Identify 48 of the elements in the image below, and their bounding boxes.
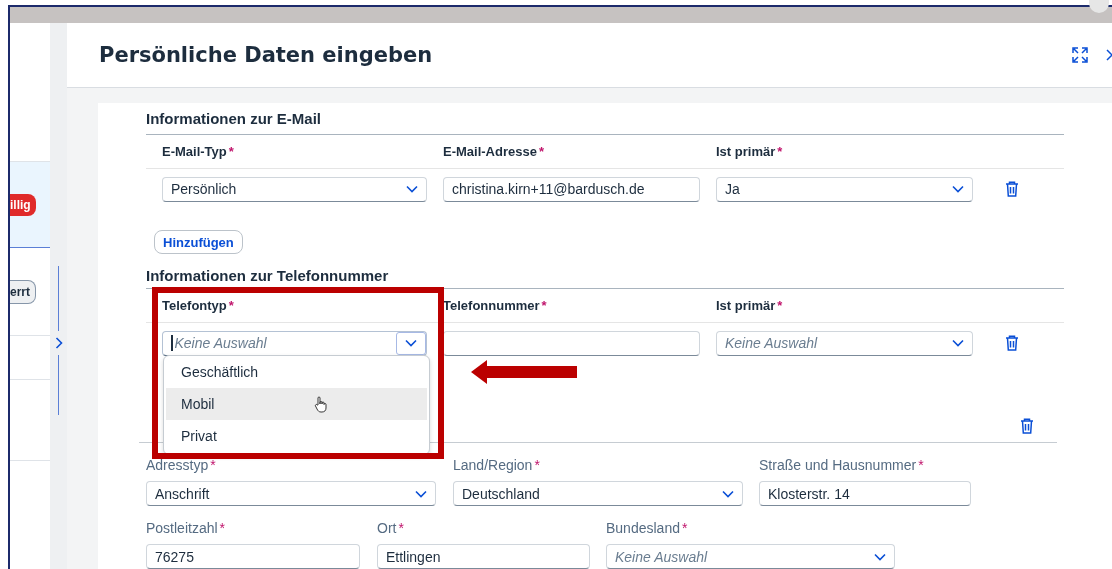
select-field[interactable]: Persönlich (162, 176, 427, 202)
dropdown-option[interactable]: Mobil (166, 388, 427, 420)
fullscreen-icon[interactable] (1072, 47, 1088, 63)
field-label: Straße und Hausnummer* (759, 457, 925, 473)
column-header: Ist primär* (716, 144, 784, 159)
field-label: Adresstyp* (146, 457, 217, 473)
input-field[interactable]: christina.kirn+11@bardusch.de (443, 176, 700, 202)
select-field[interactable]: Ja (716, 176, 973, 202)
column-header: Telefontyp* (162, 298, 235, 313)
column-header: E-Mail-Typ* (162, 144, 235, 159)
chevron-down-icon (874, 552, 886, 561)
column-header: E-Mail-Adresse* (443, 144, 545, 159)
delete-icon[interactable] (1020, 418, 1034, 434)
hand-cursor-icon (314, 396, 327, 413)
field-label: Ort* (377, 520, 405, 536)
chevron-down-icon (722, 489, 734, 498)
column-header: Ist primär* (716, 298, 784, 313)
input-field[interactable]: Ettlingen (377, 544, 590, 569)
column-header: Telefonnummer* (443, 298, 548, 313)
chevron-down-icon (952, 339, 964, 347)
close-icon[interactable] (1106, 49, 1112, 61)
dropdown-option[interactable]: Privat (166, 420, 427, 452)
input-field[interactable] (443, 330, 700, 356)
dropdown-option[interactable]: Geschäftlich (166, 356, 427, 388)
select-field[interactable]: Keine Auswahl (606, 544, 895, 569)
dialog-title: Persönliche Daten eingeben (99, 43, 433, 67)
combo-box[interactable]: Keine Auswahl (162, 330, 427, 356)
input-field[interactable]: Klosterstr. 14 (759, 481, 971, 506)
field-label: Postleitzahl* (146, 520, 227, 536)
status-badge: illig (10, 193, 36, 216)
input-field[interactable]: 76275 (146, 544, 360, 569)
select-field[interactable]: Keine Auswahl (716, 330, 973, 356)
chevron-down-icon (405, 339, 417, 347)
section-title: Informationen zur E-Mail (146, 103, 1064, 135)
chevron-down-icon (952, 185, 964, 193)
delete-icon[interactable] (1005, 335, 1019, 351)
value-help-button[interactable] (396, 331, 426, 355)
select-field[interactable]: Deutschland (453, 481, 743, 506)
status-badge: errt (10, 279, 36, 304)
expand-icon[interactable] (54, 337, 63, 349)
chevron-down-icon (415, 489, 427, 498)
field-label: Land/Region* (453, 457, 541, 473)
field-label: Bundesland* (606, 520, 689, 536)
add-button[interactable]: Hinzufügen (154, 230, 243, 254)
delete-icon[interactable] (1005, 181, 1019, 197)
section-title: Informationen zur Telefonnummer (146, 254, 1064, 289)
chevron-down-icon (406, 185, 418, 193)
select-field[interactable]: Anschrift (146, 481, 436, 506)
